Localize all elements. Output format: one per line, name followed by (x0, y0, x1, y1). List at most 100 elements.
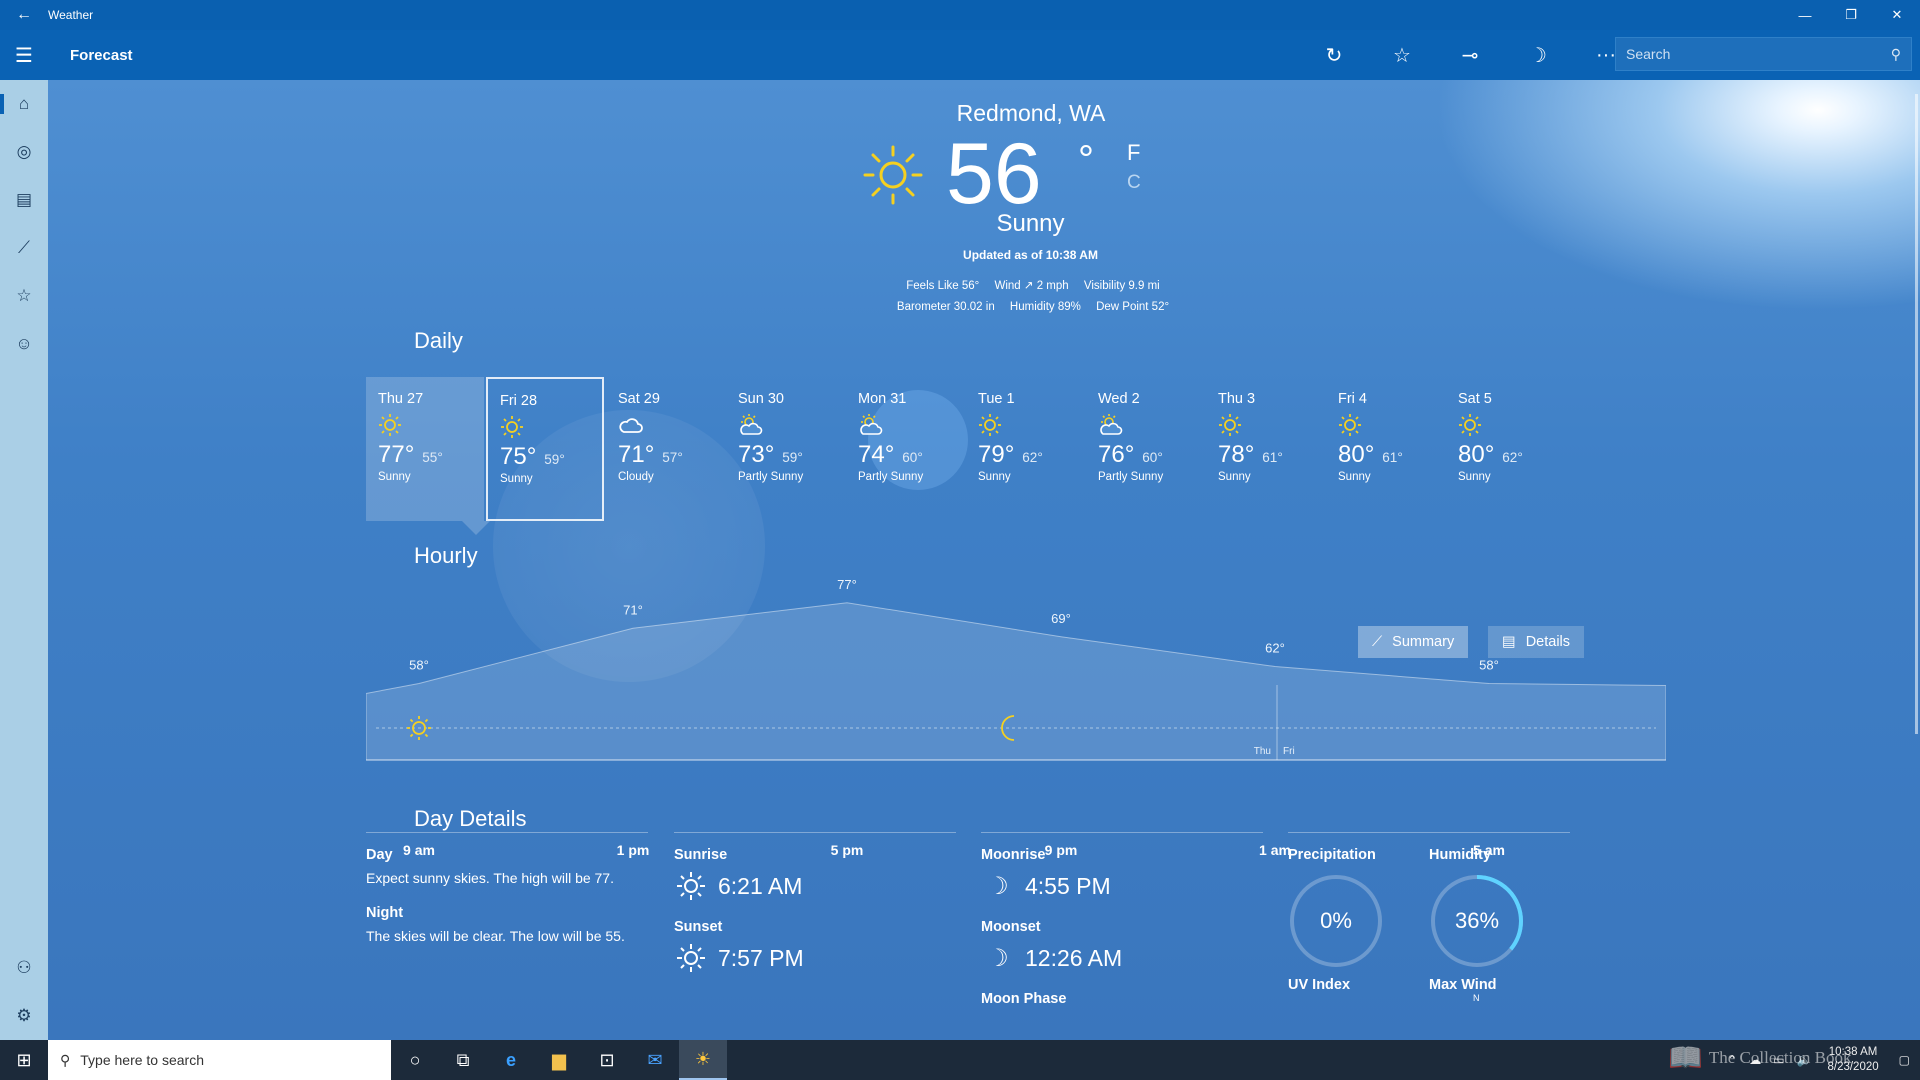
day-label: Day (366, 847, 393, 863)
day-high: 74° (858, 441, 895, 468)
day-text: Expect sunny skies. The high will be 77. (366, 870, 614, 886)
day-name: Sun 30 (738, 391, 784, 407)
nav-maps-icon[interactable]: ◎ (0, 128, 48, 176)
nav-historical-chart-icon[interactable]: ⟋ (0, 224, 48, 272)
toolbar: ↻ ☆ ⊸ ☽ ··· (1300, 30, 1640, 80)
back-arrow-icon[interactable]: ← (0, 6, 48, 24)
file-explorer-icon[interactable]: ▆ (535, 1040, 583, 1080)
day-name: Wed 2 (1098, 391, 1140, 407)
day-low: 60° (902, 450, 923, 465)
sun-icon (378, 413, 472, 439)
current-condition: Sunny (996, 210, 1065, 237)
day-card-4[interactable]: Mon 31 74° 60° Partly Sunny (846, 377, 964, 521)
temperature-area (366, 602, 1666, 761)
day-card-3[interactable]: Sun 30 73° 59° Partly Sunny (726, 377, 844, 521)
day-card-9[interactable]: Sat 5 80° 62° Sunny (1446, 377, 1564, 521)
night-label: Night (366, 905, 404, 921)
temperature-label: 77° (837, 577, 857, 592)
hourly-heading: Hourly (414, 543, 478, 568)
temperature-label: 58° (409, 658, 429, 673)
forecast-panel: Redmond, WA 56 ° F C Sunny Updated as of… (48, 80, 1920, 1040)
nav-news-icon[interactable]: ▤ (0, 176, 48, 224)
day-condition: Sunny (978, 471, 1011, 483)
day-card-7[interactable]: Thu 3 78° 61° Sunny (1206, 377, 1324, 521)
pin-icon[interactable]: ⊸ (1436, 30, 1504, 80)
minimize-icon[interactable]: — (1782, 0, 1828, 30)
nav-feedback-icon[interactable]: ☺ (0, 320, 48, 368)
nav-places-icon[interactable]: ☆ (0, 272, 48, 320)
account-icon[interactable]: ⚇ (0, 944, 48, 992)
day-condition: Sunny (378, 471, 411, 483)
watermark: 📖 The Collection Book (1668, 1038, 1908, 1078)
unit-fahrenheit[interactable]: F (1127, 140, 1140, 166)
day-name: Thu 3 (1218, 391, 1256, 407)
day-high: 73° (738, 441, 775, 468)
day-card-6[interactable]: Wed 2 76° 60° Partly Sunny (1086, 377, 1204, 521)
hourly-chart[interactable]: Thu Fri 58° 71° 77° 69° 62° 58° (366, 570, 1666, 780)
day-details-heading: Day Details (414, 806, 527, 831)
task-view-icon[interactable]: ⧉ (439, 1040, 487, 1080)
search-input[interactable] (1626, 46, 1866, 62)
weather-app-icon[interactable]: ☀ (679, 1040, 727, 1080)
watermark-book-icon: 📖 (1668, 1043, 1703, 1074)
day-condition: Sunny (500, 473, 533, 485)
humidity-ring: 36% (1429, 873, 1525, 969)
partly-sunny-icon (1098, 413, 1192, 439)
taskbar-search[interactable]: ⚲ (48, 1040, 391, 1080)
scrollbar[interactable] (1915, 94, 1918, 734)
windows-start-icon[interactable]: ⊞ (0, 1040, 48, 1080)
restore-icon[interactable]: ❐ (1828, 0, 1874, 30)
day-card-8[interactable]: Fri 4 80° 61° Sunny (1326, 377, 1444, 521)
refresh-icon[interactable]: ↻ (1300, 30, 1368, 80)
temperature-label: 58° (1479, 658, 1499, 673)
nav-forecast-home-icon[interactable]: ⌂ (0, 80, 48, 128)
sunset-label: Sunset (674, 919, 723, 935)
day-card-2[interactable]: Sat 29 71° 57° Cloudy (606, 377, 724, 521)
day-high: 75° (500, 443, 537, 470)
daily-heading: Daily (414, 328, 463, 353)
temperature-label: 62° (1265, 641, 1285, 656)
precipitation-ring: 0% (1288, 873, 1384, 969)
close-icon[interactable]: ✕ (1874, 0, 1920, 30)
visibility: Visibility 9.9 mi (1083, 280, 1160, 292)
cortana-icon[interactable]: ○ (391, 1040, 439, 1080)
day-condition: Sunny (1458, 471, 1491, 483)
day-low: 61° (1382, 450, 1403, 465)
day-name: Fri 4 (1338, 391, 1367, 407)
day-condition: Sunny (1338, 471, 1371, 483)
day-low: 62° (1022, 450, 1043, 465)
day-name: Tue 1 (978, 391, 1015, 407)
humidity-label: Humidity (1429, 847, 1492, 863)
favorite-star-icon[interactable]: ☆ (1368, 30, 1436, 80)
day-name: Sat 5 (1458, 391, 1492, 407)
precipitation-value: 0% (1320, 908, 1352, 933)
moonset-time: 12:26 AM (1025, 944, 1123, 971)
day-high: 79° (978, 441, 1015, 468)
sunset-time: 7:57 PM (718, 944, 804, 971)
location-name: Redmond, WA (956, 100, 1106, 126)
unit-celsius[interactable]: C (1127, 172, 1141, 194)
settings-gear-icon[interactable]: ⚙ (0, 992, 48, 1040)
hamburger-menu-icon[interactable]: ☰ (0, 30, 48, 80)
day-card-1[interactable]: Fri 28 75° 59° Sunny (486, 377, 604, 521)
moonrise-time: 4:55 PM (1025, 872, 1111, 899)
taskbar-search-input[interactable] (80, 1052, 351, 1068)
day-name: Sat 29 (618, 391, 660, 407)
dark-mode-moon-icon[interactable]: ☽ (1504, 30, 1572, 80)
day-high: 71° (618, 441, 655, 468)
day-name: Mon 31 (858, 391, 907, 407)
day-card-0[interactable]: Thu 27 77° 55° Sunny (366, 377, 484, 521)
sun-icon (1338, 413, 1432, 439)
cloud-icon (618, 413, 712, 439)
moonrise-icon: ☽ (987, 872, 1009, 900)
day-card-5[interactable]: Tue 1 79° 62° Sunny (966, 377, 1084, 521)
title-bar: ← Weather — ❐ ✕ (0, 0, 1920, 30)
current-temperature: 56 (946, 126, 1042, 222)
sunrise-icon (674, 869, 708, 903)
edge-browser-icon[interactable]: e (487, 1040, 535, 1080)
search-box[interactable]: ⚲ (1615, 37, 1912, 71)
store-icon[interactable]: ⊡ (583, 1040, 631, 1080)
window-title: Weather (48, 8, 94, 22)
search-icon[interactable]: ⚲ (1891, 46, 1901, 63)
mail-icon[interactable]: ✉ (631, 1040, 679, 1080)
